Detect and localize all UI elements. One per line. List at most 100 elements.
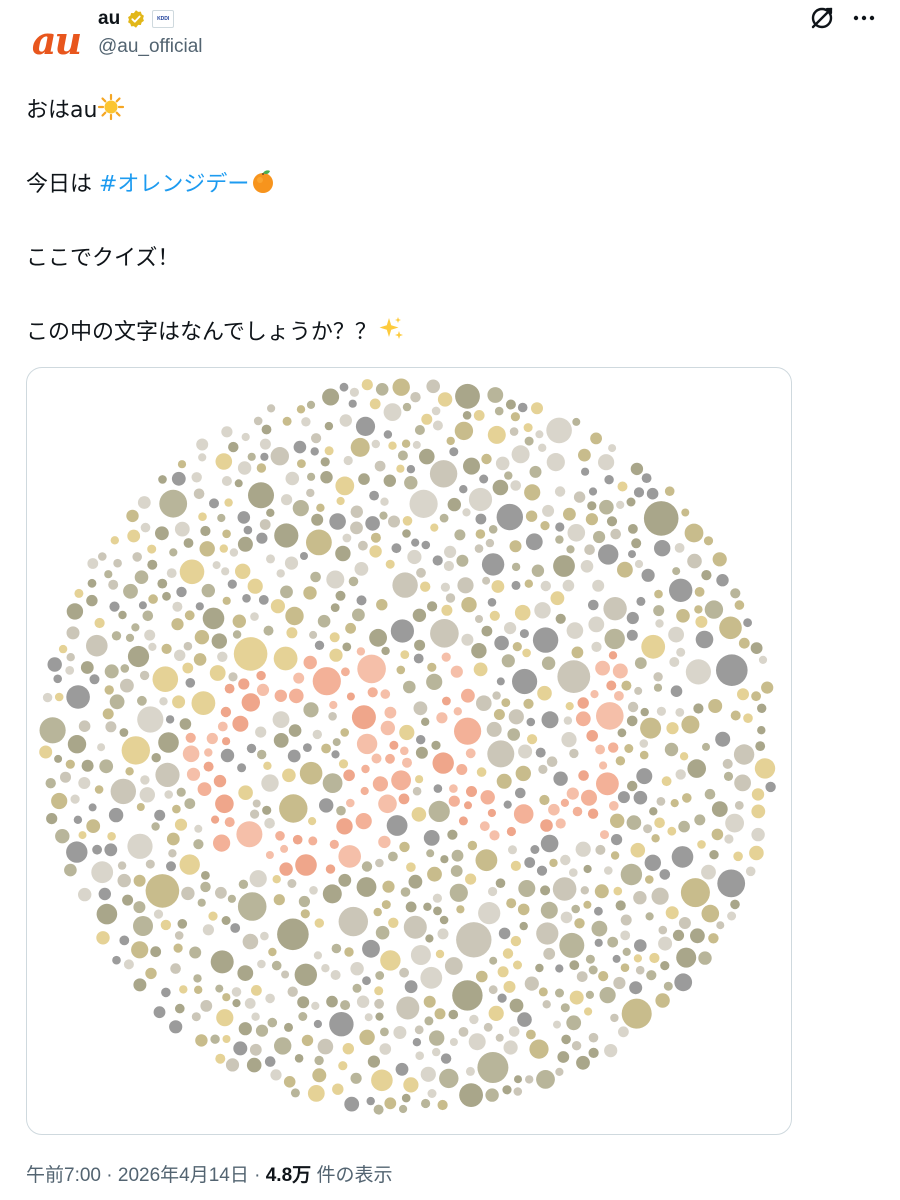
background-dot bbox=[321, 964, 330, 973]
background-dot bbox=[676, 647, 686, 657]
tweet-image[interactable] bbox=[26, 367, 792, 1135]
background-dot bbox=[221, 916, 231, 925]
more-icon[interactable] bbox=[850, 4, 878, 32]
background-dot bbox=[399, 967, 409, 978]
background-dot bbox=[553, 1020, 561, 1029]
background-dot bbox=[356, 877, 377, 897]
background-dot bbox=[371, 1069, 393, 1092]
background-dot bbox=[330, 970, 341, 980]
tweet-date[interactable]: 2026年4月14日 bbox=[118, 1165, 249, 1186]
avatar[interactable]: au bbox=[22, 8, 90, 76]
background-dot bbox=[423, 902, 432, 911]
background-dot bbox=[680, 878, 710, 908]
background-dot bbox=[557, 660, 591, 693]
background-dot bbox=[432, 420, 443, 431]
background-dot bbox=[653, 605, 665, 617]
background-dot bbox=[437, 392, 453, 407]
figure-dot bbox=[351, 705, 376, 730]
background-dot bbox=[401, 1093, 411, 1103]
background-dot bbox=[717, 869, 746, 898]
background-dot bbox=[151, 753, 161, 763]
background-dot bbox=[355, 416, 376, 436]
tweet-line-greeting: おはau bbox=[26, 92, 866, 129]
background-dot bbox=[588, 1032, 599, 1043]
background-dot bbox=[643, 501, 679, 536]
background-dot bbox=[242, 933, 259, 950]
background-dot bbox=[310, 447, 319, 456]
background-dot bbox=[539, 794, 550, 806]
background-dot bbox=[173, 943, 183, 953]
background-dot bbox=[658, 925, 668, 935]
tweet-line-question: この中の文字はなんでしょうか？？ bbox=[26, 314, 866, 351]
background-dot bbox=[252, 799, 261, 808]
background-dot bbox=[191, 691, 216, 715]
background-dot bbox=[55, 829, 70, 844]
background-dot bbox=[402, 529, 411, 538]
hashtag-link[interactable]: #オレンジデー bbox=[99, 172, 249, 197]
background-dot bbox=[555, 522, 565, 532]
background-dot bbox=[117, 861, 127, 870]
background-dot bbox=[655, 619, 664, 628]
background-dot bbox=[183, 538, 194, 548]
figure-dot bbox=[341, 667, 350, 677]
background-dot bbox=[402, 402, 412, 412]
background-dot bbox=[591, 920, 608, 937]
background-dot bbox=[654, 589, 663, 599]
background-dot bbox=[584, 1007, 593, 1016]
background-dot bbox=[550, 591, 565, 606]
background-dot bbox=[583, 900, 592, 909]
affiliate-badge[interactable]: KDDI bbox=[152, 10, 175, 28]
figure-dot bbox=[458, 816, 468, 826]
background-dot bbox=[488, 886, 498, 897]
grok-icon[interactable] bbox=[808, 4, 836, 32]
background-dot bbox=[467, 840, 478, 851]
background-dot bbox=[66, 626, 80, 640]
background-dot bbox=[643, 824, 653, 834]
background-dot bbox=[276, 569, 285, 578]
background-dot bbox=[380, 1027, 389, 1037]
background-dot bbox=[70, 794, 80, 804]
background-dot bbox=[655, 993, 670, 1008]
background-dot bbox=[153, 909, 164, 919]
background-dot bbox=[542, 504, 555, 517]
background-dot bbox=[675, 708, 685, 717]
figure-dot bbox=[279, 862, 293, 876]
background-dot bbox=[743, 713, 753, 723]
background-dot bbox=[265, 993, 275, 1004]
background-dot bbox=[60, 771, 71, 783]
background-dot bbox=[292, 500, 309, 517]
figure-dot bbox=[378, 835, 391, 849]
background-dot bbox=[437, 1099, 448, 1111]
background-dot bbox=[444, 545, 457, 558]
figure-dot bbox=[449, 784, 458, 793]
background-dot bbox=[645, 912, 654, 921]
background-dot bbox=[309, 630, 318, 639]
verified-gold-icon[interactable] bbox=[126, 9, 146, 29]
background-dot bbox=[626, 497, 636, 507]
background-dot bbox=[617, 728, 627, 738]
tweet-time[interactable]: 午前7:00 bbox=[26, 1165, 101, 1186]
background-dot bbox=[273, 646, 298, 671]
background-dot bbox=[222, 596, 231, 605]
handle[interactable]: @au_official bbox=[98, 36, 203, 58]
background-dot bbox=[501, 698, 511, 707]
background-dot bbox=[267, 404, 276, 413]
background-dot bbox=[576, 971, 588, 982]
figure-dot bbox=[224, 817, 235, 828]
background-dot bbox=[326, 995, 338, 1008]
background-dot bbox=[420, 966, 443, 989]
background-dot bbox=[676, 947, 697, 968]
background-dot bbox=[227, 894, 236, 903]
background-dot bbox=[435, 949, 445, 959]
background-dot bbox=[131, 941, 149, 959]
figure-dot bbox=[222, 737, 231, 746]
background-dot bbox=[243, 525, 253, 535]
background-dot bbox=[654, 540, 671, 557]
figure-dot bbox=[371, 753, 382, 764]
background-dot bbox=[154, 809, 166, 821]
background-dot bbox=[87, 558, 99, 569]
display-name[interactable]: au bbox=[98, 8, 120, 30]
background-dot bbox=[641, 568, 655, 582]
background-dot bbox=[561, 1034, 571, 1045]
background-dot bbox=[560, 911, 573, 924]
